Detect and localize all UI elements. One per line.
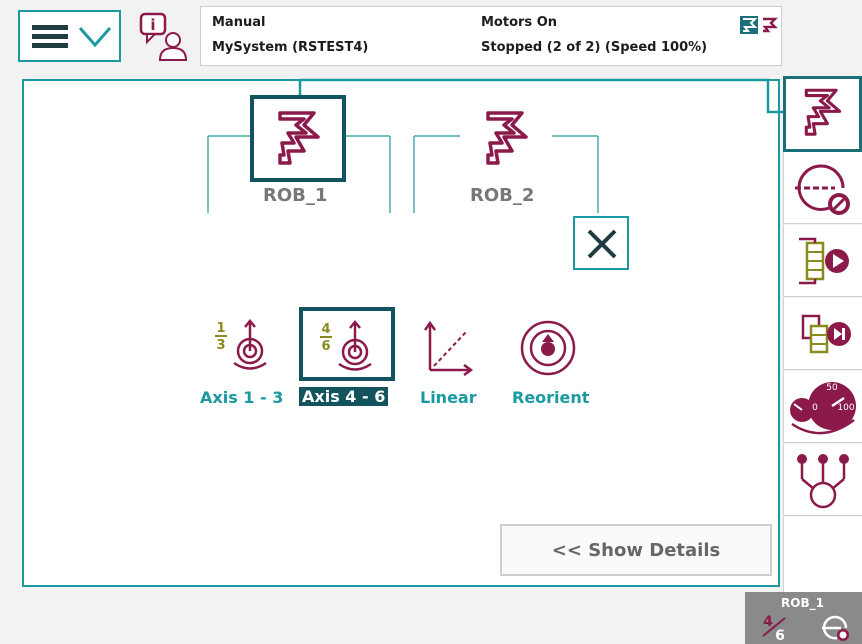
close-button[interactable] xyxy=(573,216,629,270)
reorient-icon xyxy=(520,320,576,376)
jog-mode-label: Axis 4 - 6 xyxy=(299,387,389,406)
event-log-button[interactable]: i xyxy=(133,10,193,62)
lead-through-icon xyxy=(822,615,849,641)
jog-mode-label: Axis 1 - 3 xyxy=(200,388,284,407)
lead-through-icon xyxy=(795,164,850,215)
tasks-icon xyxy=(797,453,849,508)
robot-icon xyxy=(278,111,320,165)
robot-icon xyxy=(486,111,528,165)
program-state: Stopped (2 of 2) (Speed 100%) xyxy=(481,40,708,55)
axis-4-6-denominator: 6 xyxy=(321,339,330,354)
robot-rob1[interactable] xyxy=(250,95,346,182)
axis-4-6-small-icon: 4 6 xyxy=(762,614,786,642)
toolbar-empty-slot xyxy=(783,517,862,592)
speed-tick-0: 0 xyxy=(812,403,818,413)
toolbar-tasks-button[interactable] xyxy=(783,444,862,516)
speed-tick-50: 50 xyxy=(826,383,838,393)
jog-mode-axis-4-6[interactable]: 4 6 Axis 4 - 6 xyxy=(299,307,395,411)
main-menu-button[interactable] xyxy=(18,10,121,62)
jog-mode-linear[interactable]: Linear xyxy=(418,316,482,412)
robot-rob2-label: ROB_2 xyxy=(470,185,535,206)
toolbar-lead-through-button[interactable] xyxy=(783,152,862,224)
chevron-down-icon xyxy=(78,27,112,48)
operating-mode: Manual xyxy=(212,15,266,30)
run-mode-icon xyxy=(799,237,849,284)
jog-mode-reorient[interactable]: Reorient xyxy=(510,316,594,412)
robot-status-icon xyxy=(740,16,778,34)
quickset-status[interactable]: ROB_1 4 6 xyxy=(745,592,862,644)
quickset-robot-label: ROB_1 xyxy=(781,596,824,610)
axis-1-3-numerator: 1 xyxy=(216,321,225,336)
svg-text:i: i xyxy=(150,16,155,34)
robot-icon xyxy=(804,88,841,136)
jog-mode-axis-1-3[interactable]: 1 3 Axis 1 - 3 xyxy=(198,316,290,412)
axis-4-6-numerator: 4 xyxy=(321,322,330,337)
speed-tick-100: 100 xyxy=(837,403,854,413)
connector-lines xyxy=(207,135,599,213)
jog-mode-label: Linear xyxy=(420,388,477,407)
axis-1-3-denominator: 3 xyxy=(216,338,225,353)
axis-1-3-icon: 1 3 xyxy=(215,319,267,370)
system-name: MySystem (RSTEST4) xyxy=(212,40,369,55)
motors-state: Motors On xyxy=(481,15,557,30)
info-user-icon: i xyxy=(139,12,188,61)
linear-icon xyxy=(423,320,474,376)
quickset-axis-denominator: 6 xyxy=(775,628,785,642)
quickset-axis-numerator: 4 xyxy=(763,614,773,630)
axis-4-6-icon: 4 6 xyxy=(320,320,372,371)
toolbar-speed-button[interactable]: 50 0 100 xyxy=(783,371,862,443)
toolbar-jogging-button[interactable] xyxy=(783,76,862,152)
robot-rob2[interactable] xyxy=(458,95,554,182)
jogging-panel xyxy=(22,79,780,587)
step-mode-icon xyxy=(801,314,851,353)
status-bar[interactable]: Manual MySystem (RSTEST4) Motors On Stop… xyxy=(200,6,782,66)
toolbar-run-mode-button[interactable] xyxy=(783,225,862,297)
jog-mode-label: Reorient xyxy=(512,388,590,407)
close-icon xyxy=(587,229,617,259)
robot-rob1-label: ROB_1 xyxy=(263,185,328,206)
menu-icon xyxy=(32,25,68,48)
speed-gauge-icon: 50 0 100 xyxy=(790,381,856,434)
toolbar-step-mode-button[interactable] xyxy=(783,298,862,370)
show-details-button[interactable]: << Show Details xyxy=(500,524,772,576)
